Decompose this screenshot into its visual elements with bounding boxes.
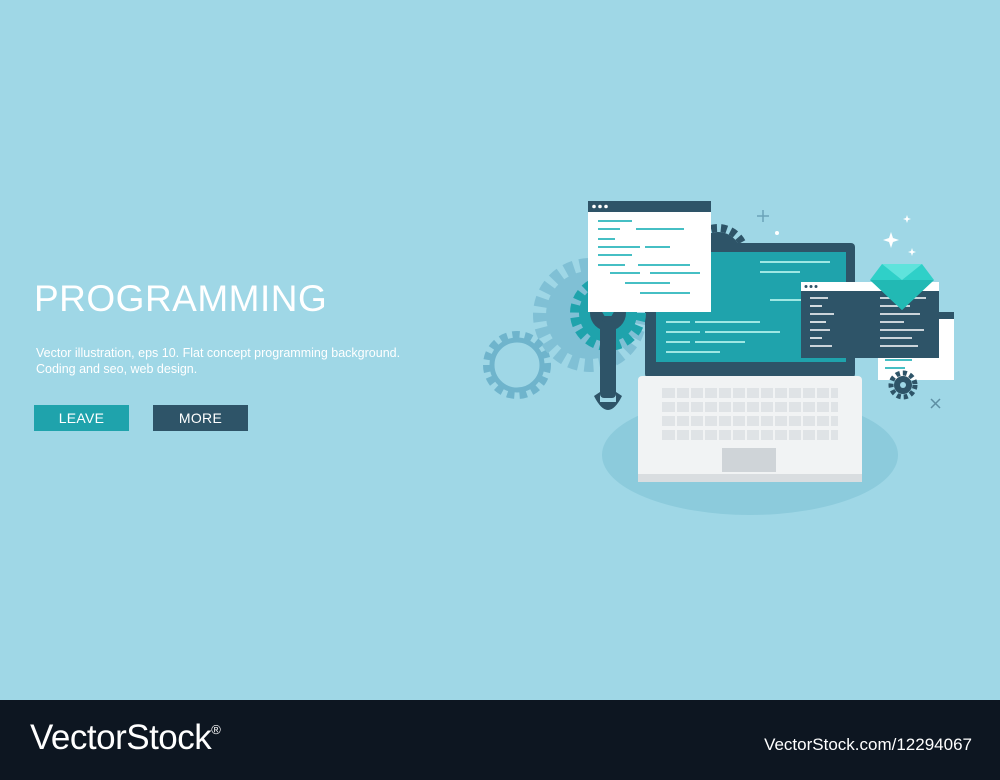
brand-logo[interactable]: VectorStock® <box>30 718 221 758</box>
description-line-2: Coding and seo, web design. <box>36 362 198 376</box>
plus-icon <box>757 210 769 222</box>
gear-icon <box>483 331 551 399</box>
page-title: PROGRAMMING <box>34 278 328 319</box>
registered-mark: ® <box>211 722 221 737</box>
code-window-icon <box>588 201 711 312</box>
leave-button[interactable]: LEAVE <box>34 405 129 431</box>
dot-decoration <box>775 231 779 235</box>
brand-name: VectorStock <box>30 718 212 757</box>
stock-id-link[interactable]: VectorStock.com/12294067 <box>764 735 972 755</box>
programming-illustration <box>483 201 954 515</box>
banner-description: Vector illustration, eps 10. Flat concep… <box>36 345 466 377</box>
programming-banner: PROGRAMMING Vector illustration, eps 10.… <box>0 0 1000 700</box>
sparkle-icon <box>883 215 916 256</box>
more-button[interactable]: MORE <box>153 405 248 431</box>
close-icon <box>930 398 941 409</box>
description-line-1: Vector illustration, eps 10. Flat concep… <box>36 346 401 360</box>
